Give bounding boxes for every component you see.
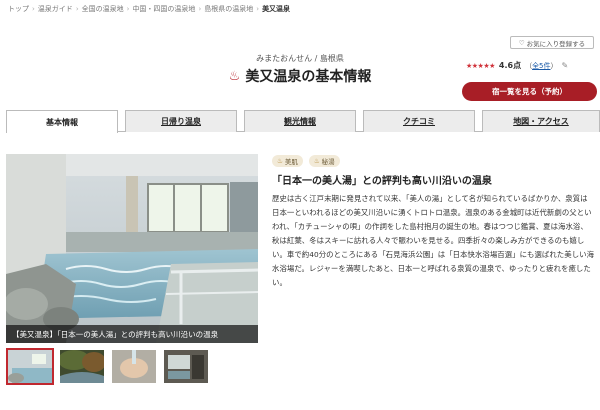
thumbnail-bath-image xyxy=(8,350,52,383)
tab-basic-info-label: 基本情報 xyxy=(46,117,78,127)
tag-beauty[interactable]: ♨ 美肌 xyxy=(272,155,303,167)
thumbnail-1[interactable] xyxy=(6,348,54,385)
tag-secret-spring-label: 秘湯 xyxy=(321,158,335,166)
tag-secret-spring[interactable]: ♨ 秘湯 xyxy=(308,155,340,167)
breadcrumb: トップ › 温泉ガイド › 全国の温泉地 › 中国・四国の温泉地 › 島根県の温… xyxy=(8,4,290,14)
thumbnail-interior-image xyxy=(164,350,208,383)
thumbnail-4[interactable] xyxy=(162,348,210,385)
hot-spring-icon: ♨ xyxy=(313,157,320,165)
breadcrumb-separator-icon: › xyxy=(32,5,35,13)
description: 歴史は古く江戸末期に発見されて以来、「美人の湯」として名が知られているばかりか、… xyxy=(272,194,595,287)
breadcrumb-national[interactable]: 全国の温泉地 xyxy=(82,4,124,14)
main-photo[interactable]: 【美又温泉】「日本一の美人湯」との評判も高い川沿いの温泉 xyxy=(6,154,258,343)
thumbnail-river-image xyxy=(60,350,104,383)
breadcrumb-top[interactable]: トップ xyxy=(8,4,29,14)
breadcrumb-onsen-guide[interactable]: 温泉ガイド xyxy=(38,4,73,14)
tab-reviews[interactable]: クチコミ xyxy=(363,110,475,132)
beauty-icon: ♨ xyxy=(277,157,283,165)
breadcrumb-separator-icon: › xyxy=(256,5,260,13)
favorite-label: お気に入り登録する xyxy=(526,39,586,48)
rating-stars-icon: ★★★★★ xyxy=(466,61,495,70)
breadcrumb-separator-icon: › xyxy=(126,5,130,13)
heart-icon: ♡ xyxy=(518,38,525,47)
review-count: （全5件） xyxy=(525,61,557,71)
hot-spring-icon: ♨ xyxy=(228,68,241,84)
tab-bar: 基本情報 日帰り温泉 観光情報 クチコミ 地図・アクセス xyxy=(6,110,600,133)
edit-icon[interactable]: ✎ xyxy=(562,61,569,70)
review-count-link[interactable]: 全5件 xyxy=(532,62,550,70)
page-title: 美又温泉の基本情報 xyxy=(245,69,372,85)
review-count-suffix: ） xyxy=(550,61,558,70)
photo-caption: 【美又温泉】「日本一の美人湯」との評判も高い川沿いの温泉 xyxy=(6,325,258,343)
review-count-prefix: （ xyxy=(525,61,533,70)
breadcrumb-prefecture[interactable]: 島根県の温泉地 xyxy=(204,4,253,14)
breadcrumb-current: 美又温泉 xyxy=(262,5,291,13)
bath-photo-image xyxy=(6,154,258,343)
favorite-button[interactable]: ♡ お気に入り登録する xyxy=(510,36,594,49)
tab-sightseeing-label: 観光情報 xyxy=(284,117,316,126)
tab-day-trip-label: 日帰り温泉 xyxy=(161,117,201,126)
thumbnail-hand-water-image xyxy=(112,350,156,383)
thumbnail-2[interactable] xyxy=(58,348,106,385)
tab-map-access-label: 地図・アクセス xyxy=(513,117,569,126)
breadcrumb-separator-icon: › xyxy=(198,5,202,13)
tab-map-access[interactable]: 地図・アクセス xyxy=(482,110,600,132)
thumbnail-strip xyxy=(6,348,210,385)
rating-score: 4.6点 xyxy=(498,61,522,70)
breadcrumb-separator-icon: › xyxy=(75,5,79,13)
breadcrumb-region[interactable]: 中国・四国の温泉地 xyxy=(132,4,195,14)
tab-day-trip[interactable]: 日帰り温泉 xyxy=(125,110,237,132)
tab-sightseeing[interactable]: 観光情報 xyxy=(244,110,356,132)
headline: 「日本一の美人湯」との評判も高い川沿いの温泉 xyxy=(272,176,492,187)
rating: ★★★★★ 4.6点 （全5件） ✎ xyxy=(466,60,568,71)
tag-beauty-label: 美肌 xyxy=(284,158,298,166)
feature-tags: ♨ 美肌 ♨ 秘湯 xyxy=(272,155,340,167)
inn-list-label: 宿一覧を見る（予約） xyxy=(492,87,567,96)
inn-list-button[interactable]: 宿一覧を見る（予約） xyxy=(462,82,597,101)
tab-reviews-label: クチコミ xyxy=(403,117,435,126)
thumbnail-3[interactable] xyxy=(110,348,158,385)
tab-basic-info[interactable]: 基本情報 xyxy=(6,110,118,133)
